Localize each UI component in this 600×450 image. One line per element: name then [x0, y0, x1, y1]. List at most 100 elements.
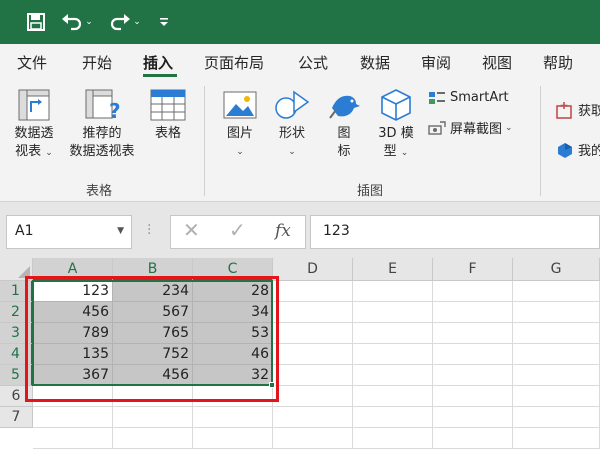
- tab-data[interactable]: 数据: [360, 52, 390, 73]
- empty-cell[interactable]: [513, 344, 600, 365]
- undo-icon[interactable]: ⌄: [58, 8, 96, 36]
- customize-icon[interactable]: [156, 8, 172, 36]
- row-header-5[interactable]: 5: [0, 365, 33, 386]
- screenshot-button[interactable]: 屏幕截图 ⌄: [428, 118, 513, 137]
- empty-cell[interactable]: [273, 281, 353, 302]
- recommended-pivot-button[interactable]: ? 推荐的 数据透视表: [62, 88, 142, 161]
- cell-c4[interactable]: 46: [193, 344, 273, 365]
- empty-cell[interactable]: [513, 281, 600, 302]
- empty-cell[interactable]: [433, 344, 513, 365]
- tab-review[interactable]: 审阅: [421, 52, 451, 73]
- empty-cell[interactable]: [433, 428, 513, 449]
- drag-handle-icon[interactable]: · · ·: [147, 219, 151, 241]
- column-header-e[interactable]: E: [353, 258, 433, 281]
- row-header-6[interactable]: 6: [0, 386, 33, 407]
- get-addins-button[interactable]: 获取: [556, 100, 600, 119]
- cell-c3[interactable]: 53: [193, 323, 273, 344]
- pictures-button[interactable]: 图片 ⌄: [218, 88, 262, 161]
- smartart-button[interactable]: SmartArt: [428, 90, 509, 105]
- empty-cell[interactable]: [433, 365, 513, 386]
- empty-cell[interactable]: [353, 281, 433, 302]
- empty-cell[interactable]: [433, 323, 513, 344]
- tab-view[interactable]: 视图: [482, 52, 512, 73]
- empty-cell[interactable]: [273, 407, 353, 428]
- name-box[interactable]: A1 ▼: [6, 215, 132, 249]
- cell-b5[interactable]: 456: [113, 365, 193, 386]
- enter-icon[interactable]: ✓: [229, 218, 246, 242]
- empty-cell[interactable]: [33, 428, 113, 449]
- empty-cell[interactable]: [513, 323, 600, 344]
- empty-cell[interactable]: [433, 302, 513, 323]
- empty-cell[interactable]: [433, 281, 513, 302]
- icons-button[interactable]: 图 标: [324, 88, 364, 161]
- empty-cell[interactable]: [113, 407, 193, 428]
- fill-handle[interactable]: [269, 382, 275, 388]
- empty-cell[interactable]: [433, 407, 513, 428]
- tab-insert[interactable]: 插入: [143, 52, 173, 73]
- row-header-7[interactable]: 7: [0, 407, 33, 428]
- column-header-a[interactable]: A: [33, 258, 113, 281]
- cell-c5[interactable]: 32: [193, 365, 273, 386]
- save-icon[interactable]: [24, 8, 48, 36]
- empty-cell[interactable]: [273, 302, 353, 323]
- tab-home[interactable]: 开始: [82, 52, 112, 73]
- empty-cell[interactable]: [113, 386, 193, 407]
- cell-a1[interactable]: 123: [33, 281, 113, 302]
- empty-cell[interactable]: [273, 386, 353, 407]
- cell-a4[interactable]: 135: [33, 344, 113, 365]
- empty-cell[interactable]: [193, 407, 273, 428]
- pivot-table-button[interactable]: 数据透 视表 ⌄: [8, 88, 60, 162]
- empty-cell[interactable]: [33, 386, 113, 407]
- row-header-1[interactable]: 1: [0, 281, 33, 302]
- cell-b2[interactable]: 567: [113, 302, 193, 323]
- tab-page-layout[interactable]: 页面布局: [204, 52, 264, 73]
- tab-file[interactable]: 文件: [17, 52, 47, 73]
- empty-cell[interactable]: [353, 344, 433, 365]
- empty-cell[interactable]: [193, 428, 273, 449]
- column-header-d[interactable]: D: [273, 258, 353, 281]
- cell-a5[interactable]: 367: [33, 365, 113, 386]
- tab-help[interactable]: 帮助: [543, 52, 573, 73]
- column-header-g[interactable]: G: [513, 258, 600, 281]
- cell-a3[interactable]: 789: [33, 323, 113, 344]
- cancel-icon[interactable]: ✕: [183, 218, 200, 242]
- empty-cell[interactable]: [353, 386, 433, 407]
- shapes-button[interactable]: 形状 ⌄: [268, 88, 316, 161]
- empty-cell[interactable]: [273, 323, 353, 344]
- column-header-c[interactable]: C: [193, 258, 273, 281]
- cell-b3[interactable]: 765: [113, 323, 193, 344]
- my-addins-button[interactable]: 我的: [556, 140, 600, 159]
- empty-cell[interactable]: [513, 302, 600, 323]
- empty-cell[interactable]: [353, 428, 433, 449]
- formula-input[interactable]: 123: [310, 215, 600, 249]
- column-header-f[interactable]: F: [433, 258, 513, 281]
- tab-formulas[interactable]: 公式: [298, 52, 328, 73]
- empty-cell[interactable]: [513, 365, 600, 386]
- cell-c2[interactable]: 34: [193, 302, 273, 323]
- cell-c1[interactable]: 28: [193, 281, 273, 302]
- empty-cell[interactable]: [193, 386, 273, 407]
- empty-cell[interactable]: [513, 386, 600, 407]
- empty-cell[interactable]: [433, 386, 513, 407]
- select-all-button[interactable]: [0, 258, 33, 281]
- cell-b4[interactable]: 752: [113, 344, 193, 365]
- row-header-3[interactable]: 3: [0, 323, 33, 344]
- cell-a2[interactable]: 456: [33, 302, 113, 323]
- empty-cell[interactable]: [513, 428, 600, 449]
- row-header-2[interactable]: 2: [0, 302, 33, 323]
- cell-b1[interactable]: 234: [113, 281, 193, 302]
- empty-cell[interactable]: [353, 365, 433, 386]
- empty-cell[interactable]: [273, 428, 353, 449]
- empty-cell[interactable]: [113, 428, 193, 449]
- empty-cell[interactable]: [353, 302, 433, 323]
- empty-cell[interactable]: [273, 365, 353, 386]
- column-header-b[interactable]: B: [113, 258, 193, 281]
- empty-cell[interactable]: [353, 407, 433, 428]
- redo-icon[interactable]: ⌄: [106, 8, 144, 36]
- empty-cell[interactable]: [353, 323, 433, 344]
- empty-cell[interactable]: [513, 407, 600, 428]
- table-button[interactable]: 表格: [146, 88, 190, 143]
- empty-cell[interactable]: [33, 407, 113, 428]
- empty-cell[interactable]: [273, 344, 353, 365]
- 3d-models-button[interactable]: 3D 模 型 ⌄: [372, 88, 420, 162]
